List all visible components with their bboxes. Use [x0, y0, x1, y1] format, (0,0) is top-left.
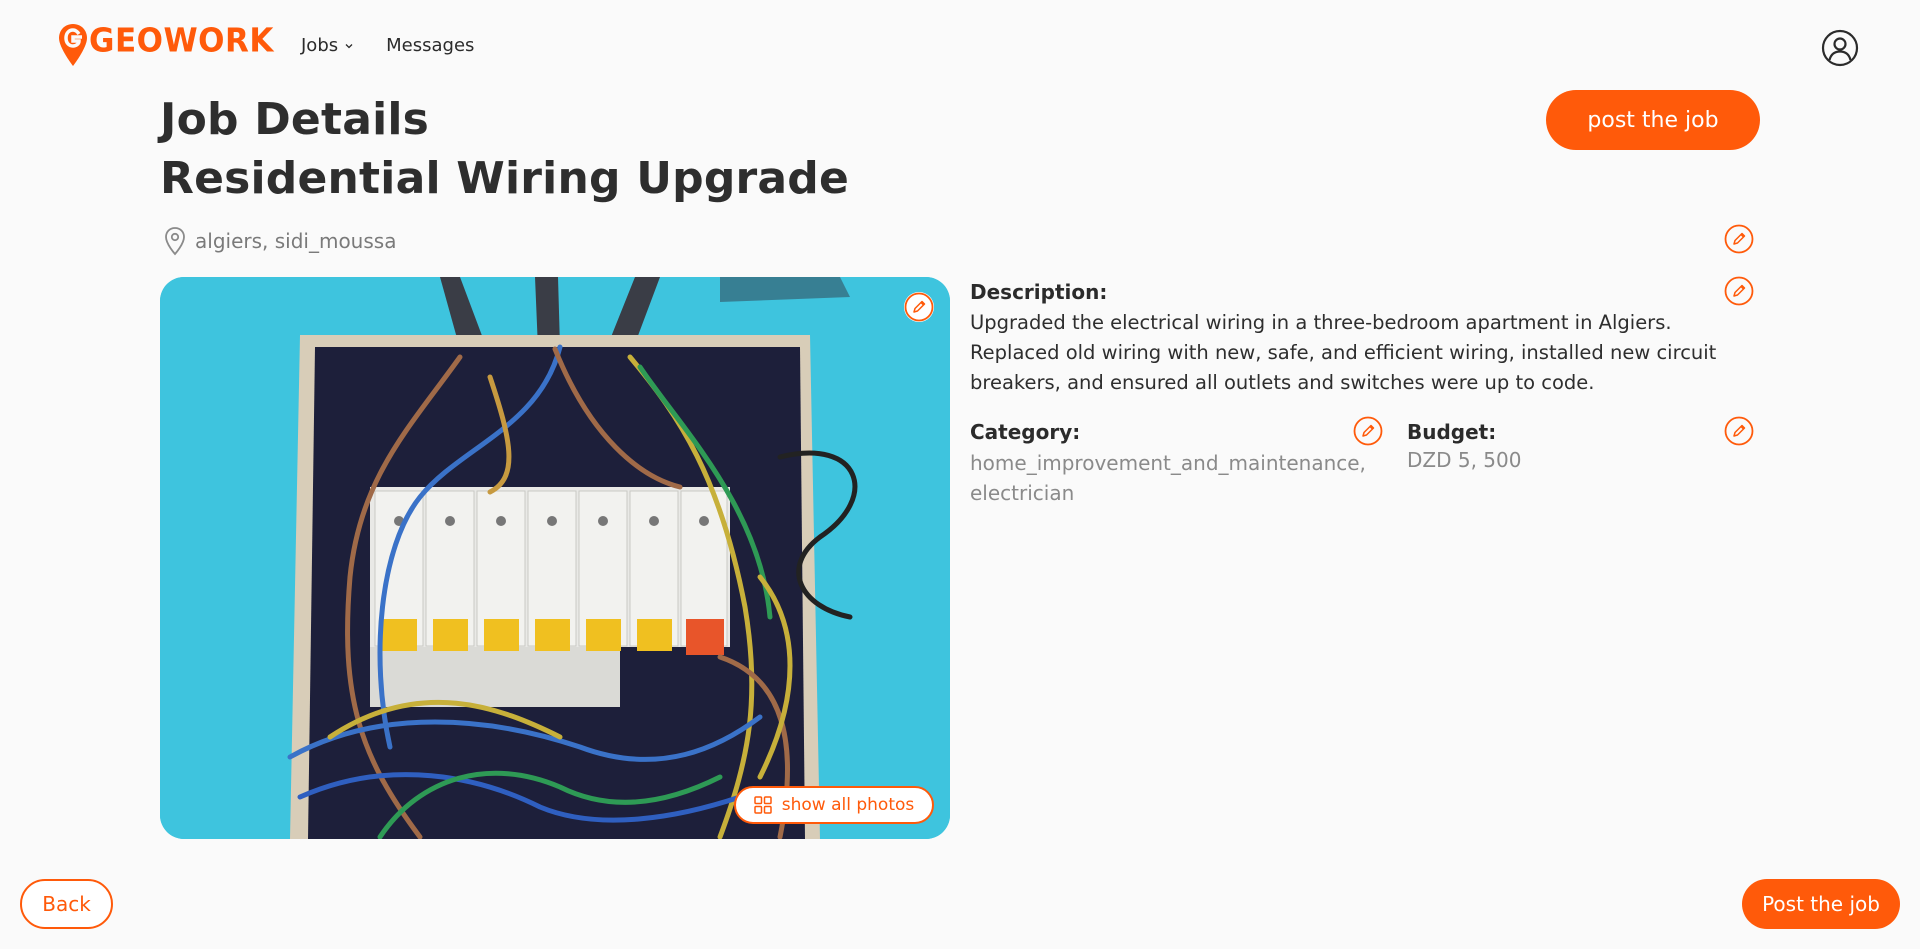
job-photo[interactable] — [160, 277, 950, 839]
nav-jobs[interactable]: Jobs — [301, 35, 354, 56]
job-location: algiers, sidi_moussa — [163, 226, 396, 256]
nav-messages[interactable]: Messages — [386, 35, 474, 56]
description-text: Upgraded the electrical wiring in a thre… — [970, 311, 1717, 394]
edit-location-pencil-icon[interactable] — [1724, 224, 1754, 254]
grid-icon — [754, 796, 772, 814]
page-title: Job Details Residential Wiring Upgrade — [160, 90, 849, 208]
category-label: Category: — [970, 420, 1081, 444]
category-value: home_improvement_and_maintenance, electr… — [970, 451, 1366, 505]
back-button[interactable]: Back — [20, 879, 113, 929]
logo-text: GEOWORK — [89, 22, 274, 60]
budget-label: Budget: — [1407, 420, 1497, 444]
nav-messages-label: Messages — [386, 35, 475, 56]
edit-description-pencil-icon[interactable] — [1724, 276, 1754, 306]
geowork-logo[interactable]: GEOWORK — [58, 22, 274, 68]
show-all-photos-button[interactable]: show all photos — [734, 786, 934, 824]
main-nav: Jobs Messages — [301, 35, 474, 56]
chevron-down-icon — [345, 43, 353, 48]
electrical-panel-photo — [160, 277, 950, 839]
map-pin-logo-icon — [59, 24, 87, 66]
show-all-photos-label: show all photos — [781, 795, 915, 815]
location-pin-icon — [165, 227, 185, 256]
description-label: Description: — [970, 280, 1108, 304]
user-circle-icon[interactable] — [1821, 29, 1859, 67]
location-text: algiers, sidi_moussa — [195, 229, 397, 253]
post-job-button-top[interactable]: post the job — [1546, 90, 1760, 150]
job-title: Residential Wiring Upgrade — [160, 153, 850, 204]
page-heading: Job Details — [160, 94, 430, 145]
nav-jobs-label: Jobs — [301, 35, 339, 56]
edit-budget-pencil-icon[interactable] — [1724, 416, 1754, 446]
budget-value: DZD 5, 500 — [1407, 448, 1522, 472]
post-job-button-bottom[interactable]: Post the job — [1742, 879, 1900, 929]
edit-category-pencil-icon[interactable] — [1353, 416, 1383, 446]
edit-photo-pencil-icon[interactable] — [904, 292, 934, 322]
